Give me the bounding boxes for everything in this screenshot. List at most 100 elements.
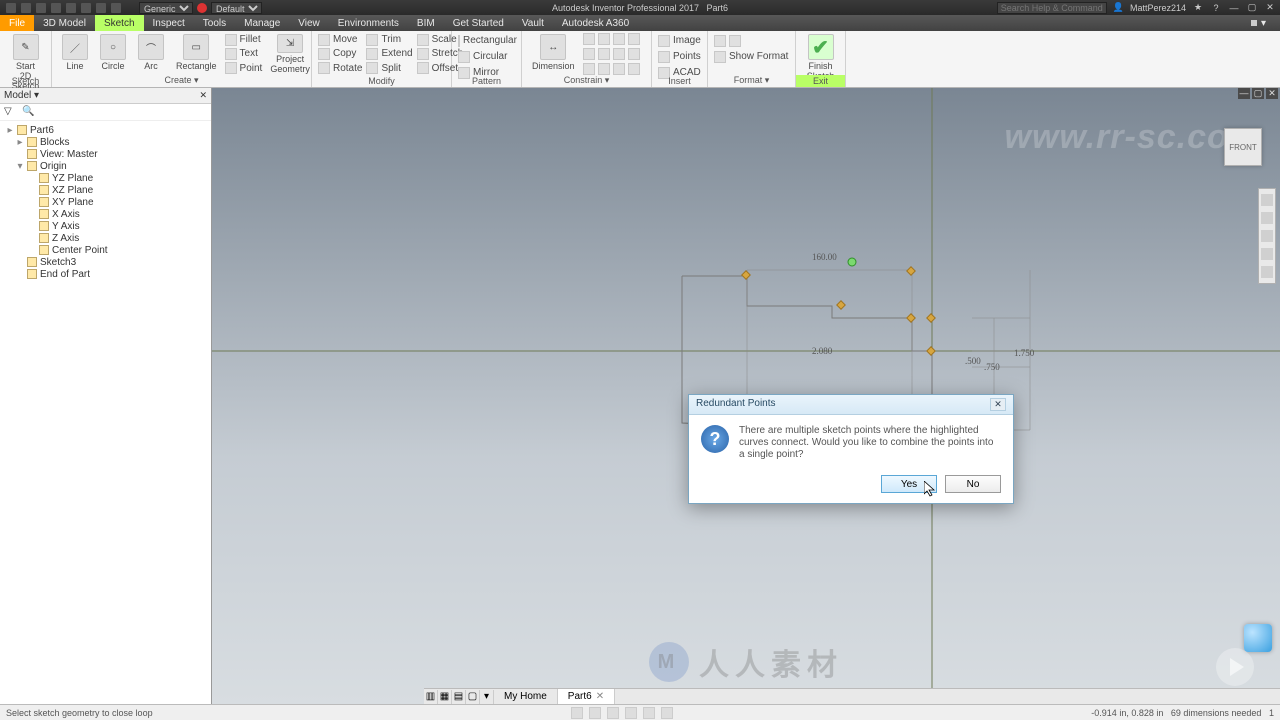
qat-undo-icon[interactable] [66, 3, 76, 13]
tabtool-icon[interactable]: ▾ [480, 690, 494, 704]
model-browser[interactable]: Model ▾ ✕ ▽ 🔍 ▸Part6 ▸Blocks View: Master … [0, 88, 212, 704]
qat-redo-icon[interactable] [81, 3, 91, 13]
panel-label-constrain[interactable]: Constrain ▾ [522, 74, 651, 87]
tab-3d-model[interactable]: 3D Model [34, 15, 95, 31]
maximize-button[interactable]: ▢ [1246, 2, 1258, 13]
status-tool-icon[interactable] [625, 707, 637, 719]
status-tool-icon[interactable] [589, 707, 601, 719]
move-button[interactable]: Move [318, 33, 362, 46]
search-input[interactable] [997, 2, 1107, 14]
tab-tools[interactable]: Tools [194, 15, 235, 31]
tab-bim[interactable]: BIM [408, 15, 444, 31]
qat-open-icon[interactable] [36, 3, 46, 13]
fillet-button[interactable]: Fillet [225, 33, 263, 46]
browser-close-icon[interactable]: ✕ [199, 90, 207, 101]
image-button[interactable]: Image [658, 33, 701, 48]
tabtool-icon[interactable]: ▥ [424, 690, 438, 704]
constraint-icon[interactable] [613, 48, 625, 60]
format-icon[interactable] [714, 35, 726, 47]
no-button[interactable]: No [945, 475, 1001, 493]
tab-a360[interactable]: Autodesk A360 [553, 15, 638, 31]
copy-button[interactable]: Copy [318, 47, 362, 60]
tab-manage[interactable]: Manage [235, 15, 289, 31]
tree-item[interactable]: Center Point [52, 245, 108, 256]
tab-environments[interactable]: Environments [329, 15, 408, 31]
project-geometry-button[interactable]: ⇲ProjectGeometry [266, 33, 314, 75]
tree-item[interactable]: XZ Plane [52, 185, 93, 196]
split-button[interactable]: Split [366, 62, 412, 75]
tab-inspect[interactable]: Inspect [144, 15, 194, 31]
quick-access-toolbar[interactable] [0, 3, 121, 13]
tab-sketch[interactable]: Sketch [95, 15, 144, 31]
constraint-icon[interactable] [628, 48, 640, 60]
constraint-icon[interactable] [583, 33, 595, 45]
tab-close-icon[interactable]: ✕ [596, 691, 604, 702]
tabtool-icon[interactable]: ▦ [438, 690, 452, 704]
qat-select-icon[interactable] [111, 3, 121, 13]
constraint-icon[interactable] [613, 63, 625, 75]
appearance-dropdown[interactable]: Default [211, 2, 262, 14]
qat-new-icon[interactable] [21, 3, 31, 13]
status-tool-icon[interactable] [643, 707, 655, 719]
status-tools[interactable] [571, 707, 673, 719]
trim-button[interactable]: Trim [366, 33, 412, 46]
marking-menu-indicator[interactable]: ▾ [1251, 18, 1280, 29]
show-format-button[interactable]: Show Format [714, 49, 789, 64]
qat-home-icon[interactable] [96, 3, 106, 13]
user-label[interactable]: MattPerez214 [1130, 3, 1186, 13]
constraint-icon[interactable] [583, 63, 595, 75]
minimize-button[interactable]: — [1228, 3, 1240, 13]
tree-item[interactable]: Y Axis [52, 221, 80, 232]
tab-get-started[interactable]: Get Started [444, 15, 513, 31]
tree-root[interactable]: Part6 [30, 125, 54, 136]
file-tab[interactable]: File [0, 15, 34, 31]
tree-item[interactable]: Blocks [40, 137, 69, 148]
tab-vault[interactable]: Vault [513, 15, 553, 31]
status-tool-icon[interactable] [571, 707, 583, 719]
favorite-icon[interactable]: ★ [1192, 2, 1204, 13]
material-dropdown[interactable]: Generic [139, 2, 193, 14]
status-tool-icon[interactable] [607, 707, 619, 719]
dialog-close-button[interactable]: ✕ [990, 398, 1006, 411]
signin-icon[interactable]: 👤 [1113, 2, 1124, 13]
status-tool-icon[interactable] [661, 707, 673, 719]
tabtool-icon[interactable]: ▤ [452, 690, 466, 704]
qat-app-icon[interactable] [6, 3, 16, 13]
text-button[interactable]: Text [225, 47, 263, 60]
tree-item[interactable]: Z Axis [52, 233, 79, 244]
graphics-canvas[interactable]: —▢✕ www.rr-sc.com FRONT [212, 88, 1280, 704]
tree-item[interactable]: X Axis [52, 209, 80, 220]
tree-item[interactable]: YZ Plane [52, 173, 93, 184]
yes-button[interactable]: Yes [881, 475, 937, 493]
rotate-button[interactable]: Rotate [318, 62, 362, 75]
find-icon[interactable]: 🔍 [22, 106, 34, 118]
points-button[interactable]: Points [658, 49, 701, 64]
tab-part6[interactable]: Part6✕ [558, 689, 615, 705]
model-tree[interactable]: ▸Part6 ▸Blocks View: Master ▾Origin YZ P… [0, 121, 211, 283]
rectangle-button[interactable]: ▭Rectangle [172, 33, 221, 75]
constraint-icon[interactable] [598, 48, 610, 60]
arc-button[interactable]: ⌒Arc [134, 33, 168, 75]
format-icon[interactable] [729, 35, 741, 47]
rectangular-pattern-button[interactable]: Rectangular [458, 33, 515, 48]
browser-title[interactable]: Model ▾ [4, 90, 39, 101]
help-icon[interactable]: ? [1210, 3, 1222, 13]
tree-item[interactable]: End of Part [40, 269, 90, 280]
filter-icon[interactable]: ▽ [4, 106, 16, 118]
panel-label-format[interactable]: Format ▾ [708, 74, 795, 87]
point-button[interactable]: Point [225, 62, 263, 75]
panel-label-create[interactable]: Create ▾ [52, 74, 311, 87]
tree-item[interactable]: Origin [40, 161, 67, 172]
constraint-icon[interactable] [628, 33, 640, 45]
tree-item[interactable]: Sketch3 [40, 257, 76, 268]
tree-item[interactable]: XY Plane [52, 197, 94, 208]
tabtool-icon[interactable]: ▢ [466, 690, 480, 704]
circle-button[interactable]: ○Circle [96, 33, 130, 75]
close-button[interactable]: ✕ [1264, 2, 1276, 13]
tree-item[interactable]: View: Master [40, 149, 98, 160]
tab-my-home[interactable]: My Home [494, 689, 558, 705]
tab-view[interactable]: View [289, 15, 329, 31]
constraint-icon[interactable] [613, 33, 625, 45]
qat-save-icon[interactable] [51, 3, 61, 13]
constraint-icon[interactable] [583, 48, 595, 60]
